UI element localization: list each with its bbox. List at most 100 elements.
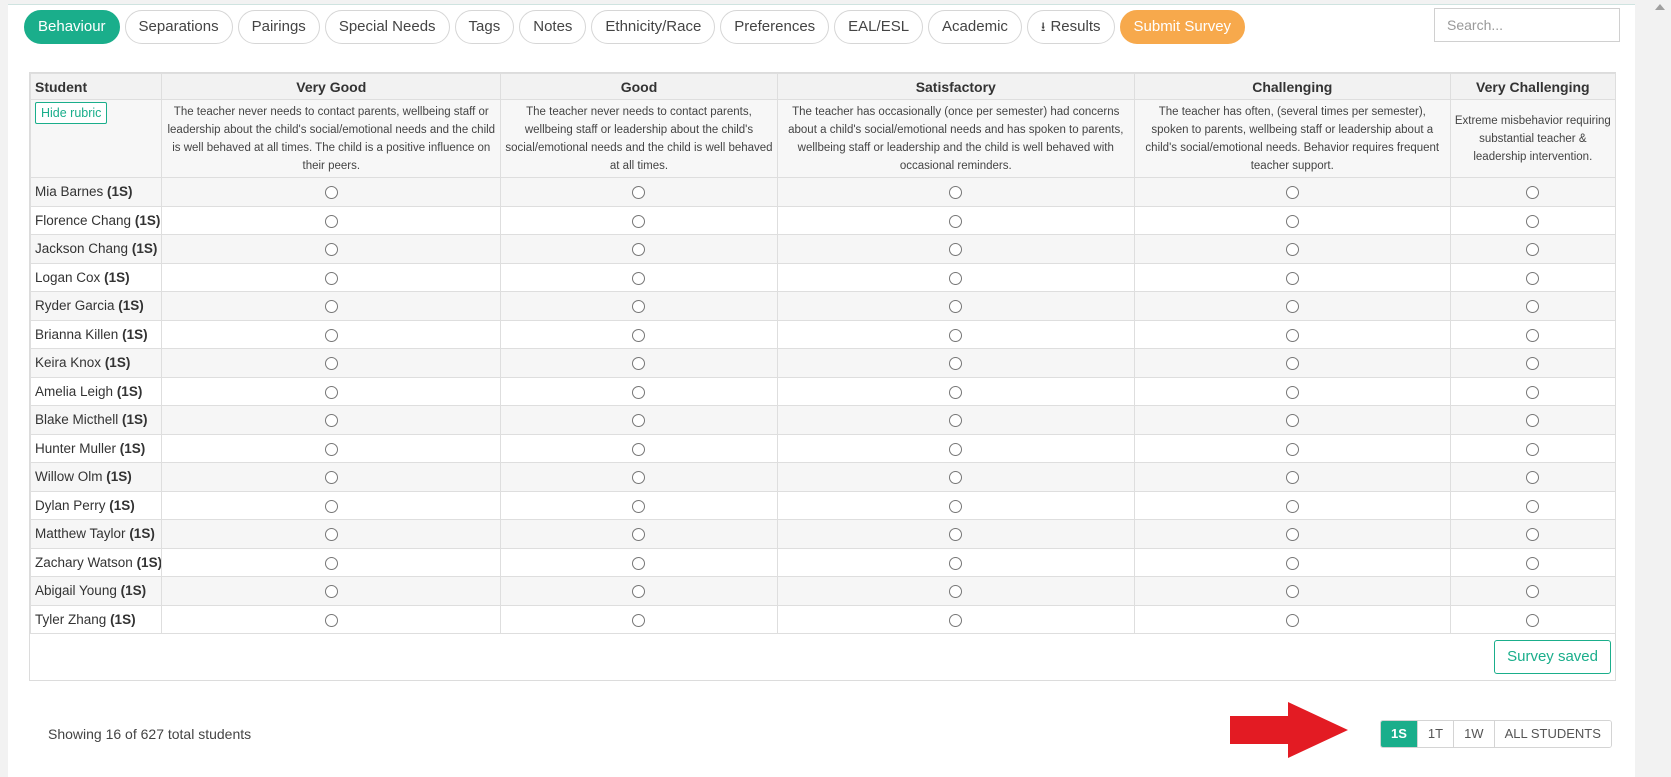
rating-radio-very-good[interactable] [324, 613, 338, 627]
rating-radio-very-challenging[interactable] [1526, 585, 1540, 599]
tab-ethnicity-race[interactable]: Ethnicity/Race [591, 10, 716, 44]
rating-radio-good[interactable] [632, 243, 646, 257]
rating-radio-good[interactable] [632, 414, 646, 428]
rating-radio-very-good[interactable] [324, 243, 338, 257]
rating-radio-very-challenging[interactable] [1526, 214, 1540, 228]
rating-radio-satisfactory[interactable] [949, 385, 963, 399]
rating-radio-good[interactable] [632, 271, 646, 285]
rating-radio-very-challenging[interactable] [1526, 528, 1540, 542]
rating-radio-very-challenging[interactable] [1526, 271, 1540, 285]
tab-eal-esl[interactable]: EAL/ESL [834, 10, 924, 44]
rating-radio-very-challenging[interactable] [1526, 613, 1540, 627]
rating-radio-satisfactory[interactable] [949, 613, 963, 627]
pager-1w[interactable]: 1W [1453, 721, 1494, 747]
rating-radio-very-challenging[interactable] [1526, 414, 1540, 428]
tab-special-needs[interactable]: Special Needs [324, 10, 450, 44]
rating-radio-very-good[interactable] [324, 499, 338, 513]
rating-radio-very-good[interactable] [324, 442, 338, 456]
tab-preferences[interactable]: Preferences [720, 10, 830, 44]
rating-radio-satisfactory[interactable] [949, 328, 963, 342]
tab-results[interactable]: ⭳ Results [1026, 10, 1115, 44]
rating-radio-good[interactable] [632, 214, 646, 228]
rating-radio-satisfactory[interactable] [949, 243, 963, 257]
pager-1s[interactable]: 1S [1381, 721, 1417, 747]
rating-radio-very-good[interactable] [324, 471, 338, 485]
rating-radio-satisfactory[interactable] [949, 442, 963, 456]
rating-radio-satisfactory[interactable] [949, 556, 963, 570]
rating-radio-good[interactable] [632, 186, 646, 200]
rating-radio-very-challenging[interactable] [1526, 328, 1540, 342]
rating-radio-satisfactory[interactable] [949, 528, 963, 542]
rating-radio-good[interactable] [632, 471, 646, 485]
rating-radio-challenging[interactable] [1285, 613, 1299, 627]
rating-radio-challenging[interactable] [1285, 471, 1299, 485]
rating-radio-satisfactory[interactable] [949, 271, 963, 285]
rating-radio-very-challenging[interactable] [1526, 385, 1540, 399]
rating-radio-good[interactable] [632, 385, 646, 399]
hide-rubric-button[interactable]: Hide rubric [35, 102, 108, 124]
rating-radio-very-good[interactable] [324, 528, 338, 542]
rating-radio-good[interactable] [632, 613, 646, 627]
rating-radio-good[interactable] [632, 528, 646, 542]
rating-radio-very-good[interactable] [324, 328, 338, 342]
tab-behaviour[interactable]: Behaviour [24, 10, 120, 44]
rating-radio-challenging[interactable] [1285, 186, 1299, 200]
rating-radio-good[interactable] [632, 585, 646, 599]
rating-radio-satisfactory[interactable] [949, 585, 963, 599]
search-input[interactable] [1434, 8, 1620, 42]
rating-radio-very-challenging[interactable] [1526, 300, 1540, 314]
rating-radio-very-good[interactable] [324, 585, 338, 599]
rating-radio-challenging[interactable] [1285, 528, 1299, 542]
rating-radio-very-challenging[interactable] [1526, 442, 1540, 456]
rating-radio-challenging[interactable] [1285, 328, 1299, 342]
rating-radio-good[interactable] [632, 328, 646, 342]
rating-radio-very-good[interactable] [324, 300, 338, 314]
pager-all-students[interactable]: ALL STUDENTS [1493, 721, 1611, 747]
rating-radio-challenging[interactable] [1285, 556, 1299, 570]
rating-radio-challenging[interactable] [1285, 300, 1299, 314]
rating-radio-satisfactory[interactable] [949, 186, 963, 200]
rating-radio-very-good[interactable] [324, 385, 338, 399]
tab-academic[interactable]: Academic [928, 10, 1022, 44]
rating-radio-very-good[interactable] [324, 556, 338, 570]
rating-radio-good[interactable] [632, 300, 646, 314]
scroll-up-icon[interactable] [1655, 4, 1665, 10]
tab-tags[interactable]: Tags [454, 10, 515, 44]
rating-radio-challenging[interactable] [1285, 214, 1299, 228]
rating-radio-challenging[interactable] [1285, 414, 1299, 428]
tab-notes[interactable]: Notes [519, 10, 587, 44]
tab-pairings[interactable]: Pairings [237, 10, 320, 44]
rating-radio-satisfactory[interactable] [949, 300, 963, 314]
rating-radio-satisfactory[interactable] [949, 214, 963, 228]
rating-radio-very-challenging[interactable] [1526, 186, 1540, 200]
rating-radio-satisfactory[interactable] [949, 414, 963, 428]
rating-radio-good[interactable] [632, 442, 646, 456]
rating-radio-very-challenging[interactable] [1526, 357, 1540, 371]
rating-radio-very-good[interactable] [324, 186, 338, 200]
rating-radio-satisfactory[interactable] [949, 499, 963, 513]
rating-radio-good[interactable] [632, 357, 646, 371]
rating-radio-challenging[interactable] [1285, 585, 1299, 599]
tab-submit-survey[interactable]: Submit Survey [1119, 10, 1246, 44]
rating-radio-very-challenging[interactable] [1526, 556, 1540, 570]
page-scrollbar[interactable] [1635, 0, 1671, 777]
rating-radio-satisfactory[interactable] [949, 471, 963, 485]
rating-radio-good[interactable] [632, 556, 646, 570]
rating-radio-very-challenging[interactable] [1526, 471, 1540, 485]
rating-radio-very-challenging[interactable] [1526, 243, 1540, 257]
tab-separations[interactable]: Separations [124, 10, 233, 44]
rating-radio-very-good[interactable] [324, 214, 338, 228]
rating-radio-challenging[interactable] [1285, 442, 1299, 456]
rating-radio-good[interactable] [632, 499, 646, 513]
rating-radio-very-good[interactable] [324, 357, 338, 371]
rating-radio-very-challenging[interactable] [1526, 499, 1540, 513]
rating-radio-very-good[interactable] [324, 414, 338, 428]
rating-radio-challenging[interactable] [1285, 271, 1299, 285]
rating-radio-satisfactory[interactable] [949, 357, 963, 371]
rating-radio-challenging[interactable] [1285, 499, 1299, 513]
rating-radio-challenging[interactable] [1285, 385, 1299, 399]
pager-1t[interactable]: 1T [1416, 721, 1454, 747]
rating-radio-challenging[interactable] [1285, 243, 1299, 257]
rating-radio-very-good[interactable] [324, 271, 338, 285]
rating-radio-challenging[interactable] [1285, 357, 1299, 371]
